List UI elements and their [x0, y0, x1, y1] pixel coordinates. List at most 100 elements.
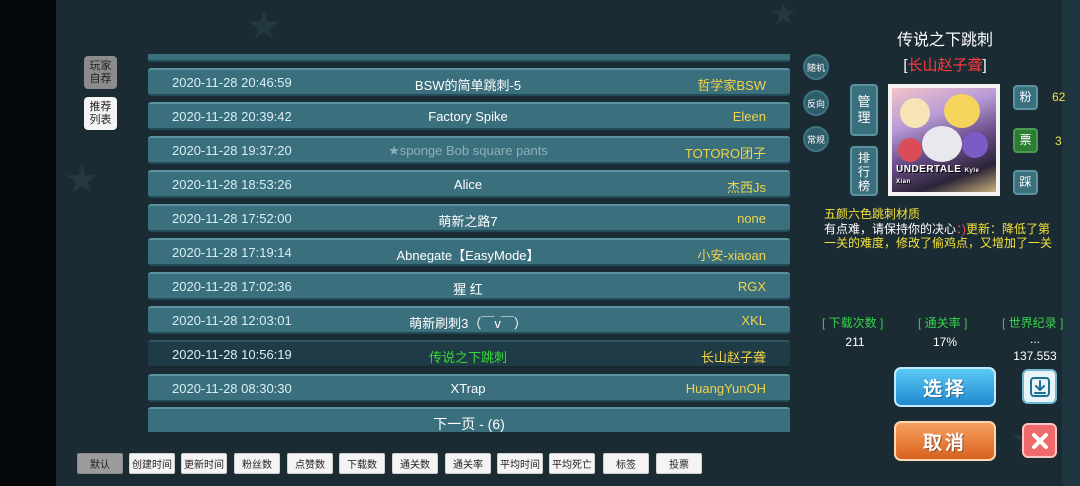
- world-record-label: [ 世界纪录 ]: [1002, 316, 1064, 330]
- detail-title: 传说之下跳刺: [896, 32, 993, 49]
- download-icon: [1029, 376, 1050, 397]
- level-author: XKL: [741, 313, 766, 328]
- level-time: 2020-11-28 17:02:36: [172, 279, 292, 294]
- level-author: 长山赵子聋: [700, 350, 766, 365]
- select-label: 选择: [922, 378, 967, 400]
- level-title: 萌新刷刺3（￣v￣）: [409, 316, 527, 331]
- cover-logo-text: UNDERTALE: [896, 164, 962, 175]
- detail-author-name: 长山赵子聋: [907, 57, 983, 74]
- list-item[interactable]: 2020-11-28 19:37:20 ★sponge Bob square p…: [148, 136, 790, 164]
- sort-fans-button[interactable]: 粉丝数: [234, 453, 280, 474]
- reverse-mode-button[interactable]: 反向: [803, 90, 829, 116]
- list-item[interactable]: 2020-11-28 17:19:14 Abnegate【EasyMode】 小…: [148, 238, 790, 266]
- normal-mode-label: 常规: [806, 134, 825, 145]
- sort-downloads-label: 下载数: [347, 460, 377, 471]
- sort-default-label: 默认: [90, 460, 110, 471]
- desc-line-3: 一关的难度，修改了偷鸡点，又增加了一关: [824, 236, 1053, 250]
- sort-fans-label: 粉丝数: [242, 460, 272, 471]
- list-item[interactable]: 2020-11-28 17:02:36 猩 红 RGX: [148, 272, 790, 300]
- left-screen-edge: [0, 0, 56, 486]
- list-item[interactable]: 2020-11-28 20:46:59 BSW的简单跳刺-5 哲学家BSW: [148, 68, 790, 96]
- downloads-label: [ 下载次数 ]: [822, 316, 884, 330]
- sort-avg-time-button[interactable]: 平均时间: [497, 453, 543, 474]
- star-decoration-icon: ★: [64, 158, 100, 202]
- reverse-mode-label: 反向: [806, 98, 825, 109]
- sort-votes-button[interactable]: 投票: [656, 453, 702, 474]
- detail-author[interactable]: [长山赵子聋]: [860, 54, 1030, 75]
- level-title: 猩 红: [453, 282, 483, 297]
- sort-tags-button[interactable]: 标签: [603, 453, 649, 474]
- level-title: 传说之下跳刺: [428, 350, 507, 365]
- random-mode-button[interactable]: 随机: [803, 54, 829, 80]
- level-author: Eleen: [732, 109, 766, 124]
- level-time: 2020-11-28 10:56:19: [172, 347, 292, 362]
- cover-art: UNDERTALE Kyle Xian: [892, 88, 996, 192]
- level-time: 2020-11-28 08:30:30: [172, 381, 292, 396]
- list-item[interactable]: 2020-11-28 20:39:42 Factory Spike Eleen: [148, 102, 790, 130]
- ticket-button[interactable]: 票: [1013, 128, 1038, 153]
- tab-player-recommend[interactable]: 玩家 自荐: [84, 56, 117, 89]
- level-cover-image: UNDERTALE Kyle Xian: [888, 84, 1000, 196]
- sort-clears-label: 通关数: [400, 460, 430, 471]
- close-button[interactable]: [1022, 423, 1057, 458]
- cancel-button[interactable]: 取消: [894, 421, 996, 461]
- desc-line-2b: ：): [956, 221, 967, 236]
- sort-avg-deaths-button[interactable]: 平均死亡: [549, 453, 595, 474]
- level-time: 2020-11-28 20:39:42: [172, 109, 292, 124]
- sort-avg-deaths-label: 平均死亡: [552, 460, 592, 471]
- manage-button[interactable]: 管 理: [850, 84, 878, 136]
- normal-mode-button[interactable]: 常规: [803, 126, 829, 152]
- world-record-holder: ...: [1029, 332, 1040, 346]
- manage-label: 管 理: [857, 94, 871, 125]
- list-item-partial[interactable]: [148, 54, 790, 62]
- ranking-button[interactable]: 排 行 榜: [850, 146, 878, 196]
- level-title: ★sponge Bob square pants: [388, 143, 548, 158]
- level-time: 2020-11-28 17:52:00: [172, 211, 292, 226]
- download-button[interactable]: [1022, 369, 1057, 404]
- sort-votes-label: 投票: [669, 460, 689, 471]
- random-mode-label: 随机: [806, 62, 825, 73]
- level-title: Factory Spike: [428, 109, 508, 124]
- sort-default-button[interactable]: 默认: [77, 453, 123, 474]
- sort-downloads-button[interactable]: 下载数: [339, 453, 385, 474]
- level-author: TOTORO团子: [684, 146, 766, 161]
- list-item[interactable]: 2020-11-28 08:30:30 XTrap HuangYunOH: [148, 374, 790, 402]
- level-list[interactable]: 2020-11-28 20:46:59 BSW的简单跳刺-5 哲学家BSW 20…: [148, 54, 790, 432]
- cover-logo: UNDERTALE Kyle Xian: [896, 164, 996, 186]
- close-icon: [1031, 432, 1048, 449]
- sort-clears-button[interactable]: 通关数: [392, 453, 438, 474]
- sort-avg-time-label: 平均时间: [500, 460, 540, 471]
- level-time: 2020-11-28 20:46:59: [172, 75, 292, 90]
- list-item-selected[interactable]: 2020-11-28 10:56:19 传说之下跳刺 长山赵子聋: [148, 340, 790, 368]
- level-author: HuangYunOH: [685, 381, 766, 396]
- sort-clear-rate-label: 通关率: [453, 460, 483, 471]
- cancel-label: 取消: [922, 432, 967, 454]
- world-record-value: 137.553: [1013, 349, 1057, 363]
- level-author: RGX: [737, 279, 766, 294]
- level-title: Alice: [453, 177, 483, 192]
- sort-created-time-button[interactable]: 创建时间: [129, 453, 175, 474]
- tab-recommend-list[interactable]: 推荐 列表: [84, 97, 117, 130]
- desc-line-2a: 有点难，请保持你的决心: [824, 221, 957, 236]
- level-time: 2020-11-28 19:37:20: [172, 143, 292, 158]
- sort-updated-time-button[interactable]: 更新时间: [181, 453, 227, 474]
- fans-label: 粉: [1019, 90, 1032, 104]
- level-time: 2020-11-28 18:53:26: [172, 177, 292, 192]
- step-button[interactable]: 踩: [1013, 170, 1038, 195]
- tab-player-recommend-label: 玩家 自荐: [89, 59, 112, 85]
- level-author: 杰西Js: [726, 180, 766, 195]
- sort-clear-rate-button[interactable]: 通关率: [445, 453, 491, 474]
- ranking-label: 排 行 榜: [857, 151, 870, 193]
- level-title: BSW的简单跳刺-5: [414, 78, 522, 93]
- level-title: 萌新之路7: [438, 214, 498, 229]
- next-page-button[interactable]: 下一页 - (6): [148, 407, 790, 432]
- level-title: XTrap: [450, 381, 486, 396]
- list-item[interactable]: 2020-11-28 12:03:01 萌新刷刺3（￣v￣） XKL: [148, 306, 790, 334]
- list-item[interactable]: 2020-11-28 17:52:00 萌新之路7 none: [148, 204, 790, 232]
- step-label: 踩: [1019, 175, 1032, 189]
- ticket-label: 票: [1019, 133, 1032, 147]
- list-item[interactable]: 2020-11-28 18:53:26 Alice 杰西Js: [148, 170, 790, 198]
- sort-likes-button[interactable]: 点赞数: [287, 453, 333, 474]
- fans-button[interactable]: 粉: [1013, 85, 1038, 110]
- select-button[interactable]: 选择: [894, 367, 996, 407]
